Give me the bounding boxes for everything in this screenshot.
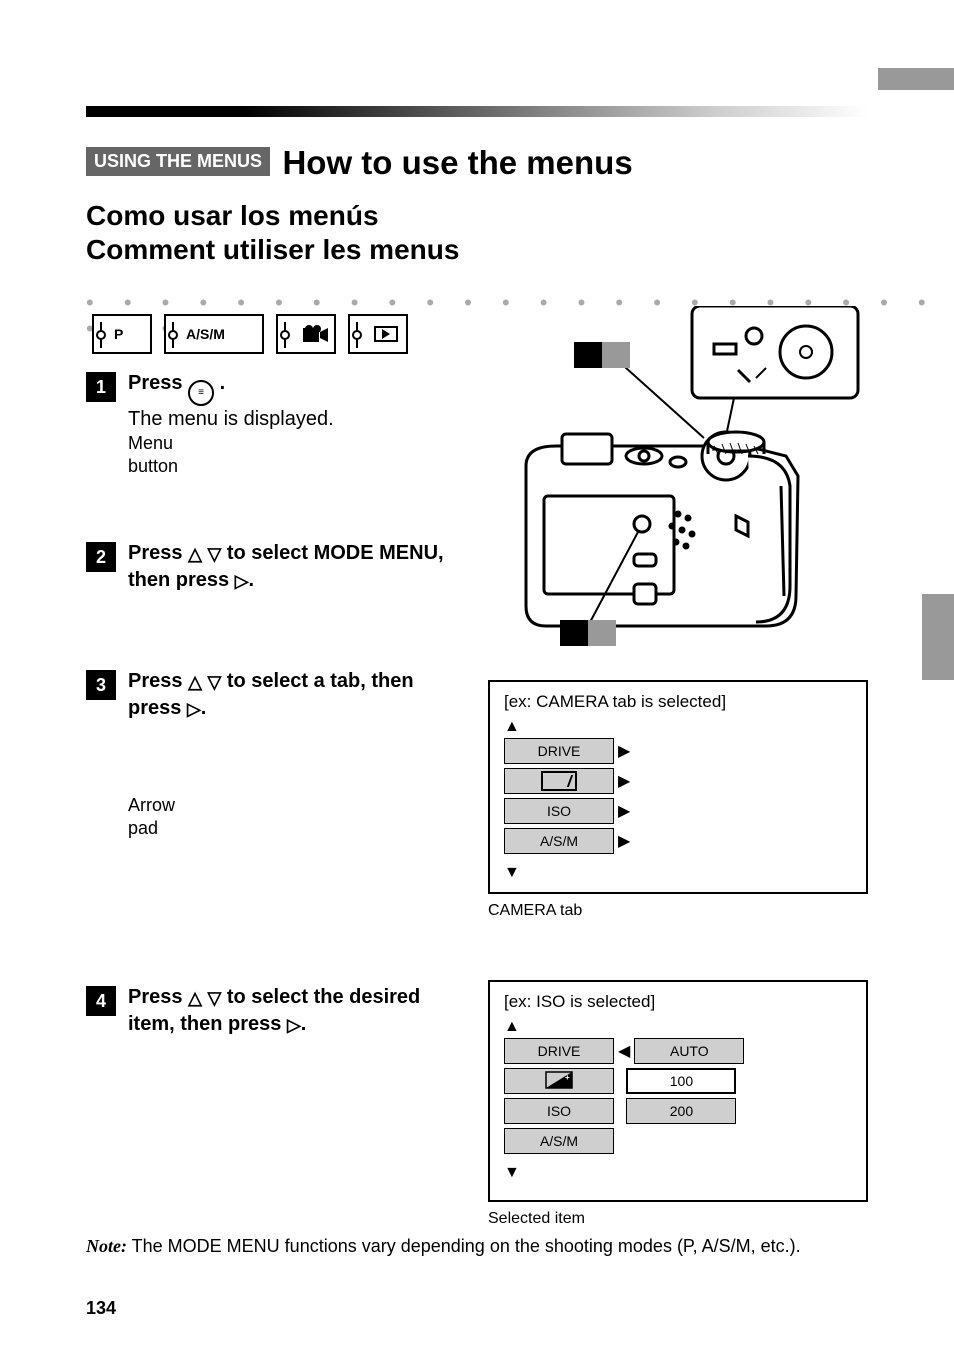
menu-item: ISO bbox=[504, 798, 614, 824]
title-row: USING THE MENUS How to use the menus bbox=[86, 144, 633, 182]
step-4: 4 Press △ ▽ to select the desired item, … bbox=[86, 984, 466, 1038]
step-1-number: 1 bbox=[86, 372, 116, 402]
step-4-number: 4 bbox=[86, 986, 116, 1016]
menu-item: DRIVE bbox=[504, 738, 614, 764]
menu-item: A/S/M bbox=[504, 1128, 614, 1154]
menu-item-sharpness: + bbox=[504, 1068, 614, 1094]
mode-icon-asm: A/S/M bbox=[164, 314, 264, 354]
arrow-up-icon: △ bbox=[188, 542, 202, 566]
mode-icon-movie bbox=[276, 314, 336, 354]
arrow-left-icon: ◀ bbox=[614, 1041, 634, 1061]
arrow-right-icon: ▷ bbox=[287, 1013, 301, 1037]
note-text: The MODE MENU functions vary depending o… bbox=[127, 1236, 801, 1256]
arrow-right-icon: ▷ bbox=[235, 569, 249, 593]
screen1-title: [ex: CAMERA tab is selected] bbox=[504, 692, 852, 712]
arrow-right-icon: ▶ bbox=[614, 831, 634, 851]
arrow-up-icon: △ bbox=[188, 986, 202, 1010]
svg-text:+: + bbox=[565, 1073, 570, 1082]
mode-icons-row: P A/S/M bbox=[92, 314, 408, 354]
note-label: Note: bbox=[86, 1236, 127, 1256]
option-item-selected: 100 bbox=[626, 1068, 736, 1094]
menu-item: DRIVE bbox=[504, 1038, 614, 1064]
section-gradient-rule bbox=[86, 106, 868, 117]
mode-icon-p: P bbox=[92, 314, 152, 354]
arrow-up-icon: ▲ bbox=[504, 718, 852, 736]
menu-item-card bbox=[504, 768, 614, 794]
arrow-right-icon: ▶ bbox=[614, 741, 634, 761]
arrow-up-icon: △ bbox=[188, 670, 202, 694]
arrow-down-icon: ▽ bbox=[207, 542, 221, 566]
menu-item: A/S/M bbox=[504, 828, 614, 854]
card-icon bbox=[541, 771, 577, 791]
arrow-right-icon: ▷ bbox=[187, 697, 201, 721]
page-number: 134 bbox=[86, 1298, 116, 1319]
step-3-number: 3 bbox=[86, 670, 116, 700]
step-1: 1 Press ≡ . The menu is displayed. bbox=[86, 370, 466, 433]
step-4-text: Press △ ▽ to select the desired item, th… bbox=[128, 984, 466, 1038]
callout-1 bbox=[574, 342, 630, 368]
step-2-number: 2 bbox=[86, 542, 116, 572]
screen1-caption: CAMERA tab bbox=[488, 902, 582, 920]
menu-button-icon: ≡ bbox=[188, 380, 214, 406]
subtitle-es: Como usar los menús bbox=[86, 200, 379, 232]
menu-button-label: Menubutton bbox=[128, 432, 178, 479]
note-block: Note: The MODE MENU functions vary depen… bbox=[86, 1234, 866, 1258]
step-3-text: Press △ ▽ to select a tab, then press ▷. bbox=[128, 668, 466, 722]
screen2-caption: Selected item bbox=[488, 1210, 585, 1228]
playback-icon bbox=[374, 326, 398, 342]
arrow-right-icon: ▶ bbox=[614, 801, 634, 821]
page-title: How to use the menus bbox=[282, 144, 632, 182]
arrow-down-icon: ▼ bbox=[504, 1164, 852, 1182]
movie-icon bbox=[302, 324, 330, 351]
section-tag: USING THE MENUS bbox=[86, 147, 270, 176]
screen-example-1: [ex: CAMERA tab is selected] ▲ DRIVE▶ ▶ … bbox=[488, 680, 868, 894]
arrow-down-icon: ▽ bbox=[207, 670, 221, 694]
subtitle-fr: Comment utiliser les menus bbox=[86, 234, 459, 266]
step-2-text: Press △ ▽ to select MODE MENU, then pres… bbox=[128, 540, 466, 594]
option-item: 200 bbox=[626, 1098, 736, 1124]
menu-item: ISO bbox=[504, 1098, 614, 1124]
side-tab-top bbox=[878, 68, 954, 90]
callout-2 bbox=[560, 620, 616, 646]
arrow-pad-label: Arrowpad bbox=[128, 794, 175, 841]
arrow-down-icon: ▽ bbox=[207, 986, 221, 1010]
screen2-title: [ex: ISO is selected] bbox=[504, 992, 852, 1012]
arrow-down-icon: ▼ bbox=[504, 864, 852, 882]
screen-example-2: [ex: ISO is selected] ▲ DRIVE ◀ AUTO + 1… bbox=[488, 980, 868, 1202]
step-3: 3 Press △ ▽ to select a tab, then press … bbox=[86, 668, 466, 722]
step-2: 2 Press △ ▽ to select MODE MENU, then pr… bbox=[86, 540, 466, 594]
side-tab-middle bbox=[922, 594, 954, 680]
arrow-right-icon: ▶ bbox=[614, 771, 634, 791]
exposure-icon: + bbox=[545, 1071, 573, 1092]
step-1-text: Press ≡ . The menu is displayed. bbox=[128, 370, 334, 433]
option-item: AUTO bbox=[634, 1038, 744, 1064]
arrow-up-icon: ▲ bbox=[504, 1018, 852, 1036]
camera-illustration bbox=[486, 306, 868, 666]
mode-icon-playback bbox=[348, 314, 408, 354]
